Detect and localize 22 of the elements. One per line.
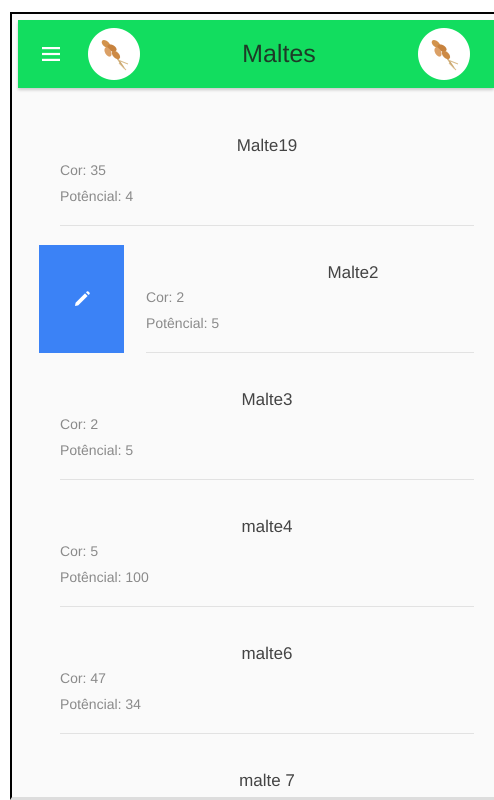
malt-name: Malte3 — [240, 389, 294, 411]
edit-button[interactable] — [39, 245, 124, 353]
page-title: Maltes — [241, 40, 317, 68]
wheat-avatar — [88, 28, 140, 80]
potential-value: Potêncial: 4 — [60, 187, 134, 206]
color-value: Cor: 35 — [60, 161, 107, 180]
malt-name: malte4 — [240, 516, 294, 538]
color-value: Cor: 2 — [146, 288, 186, 307]
malt-name: Malte19 — [236, 135, 298, 157]
malt-name: malte6 — [240, 643, 294, 665]
color-value: Cor: 5 — [60, 542, 100, 561]
wheat-avatar — [418, 28, 470, 80]
potential-value: Potêncial: 5 — [146, 314, 220, 333]
pencil-icon — [74, 291, 90, 307]
color-value: Cor: 47 — [60, 669, 107, 688]
potential-value: Potêncial: 100 — [60, 568, 150, 587]
malt-name: Malte2 — [326, 262, 380, 284]
color-value: Cor: 2 — [60, 415, 100, 434]
potential-value: Potêncial: 5 — [60, 441, 134, 460]
malt-name: malte 7 — [238, 770, 296, 792]
potential-value: Potêncial: 34 — [60, 695, 142, 714]
menu-icon[interactable] — [42, 47, 60, 61]
